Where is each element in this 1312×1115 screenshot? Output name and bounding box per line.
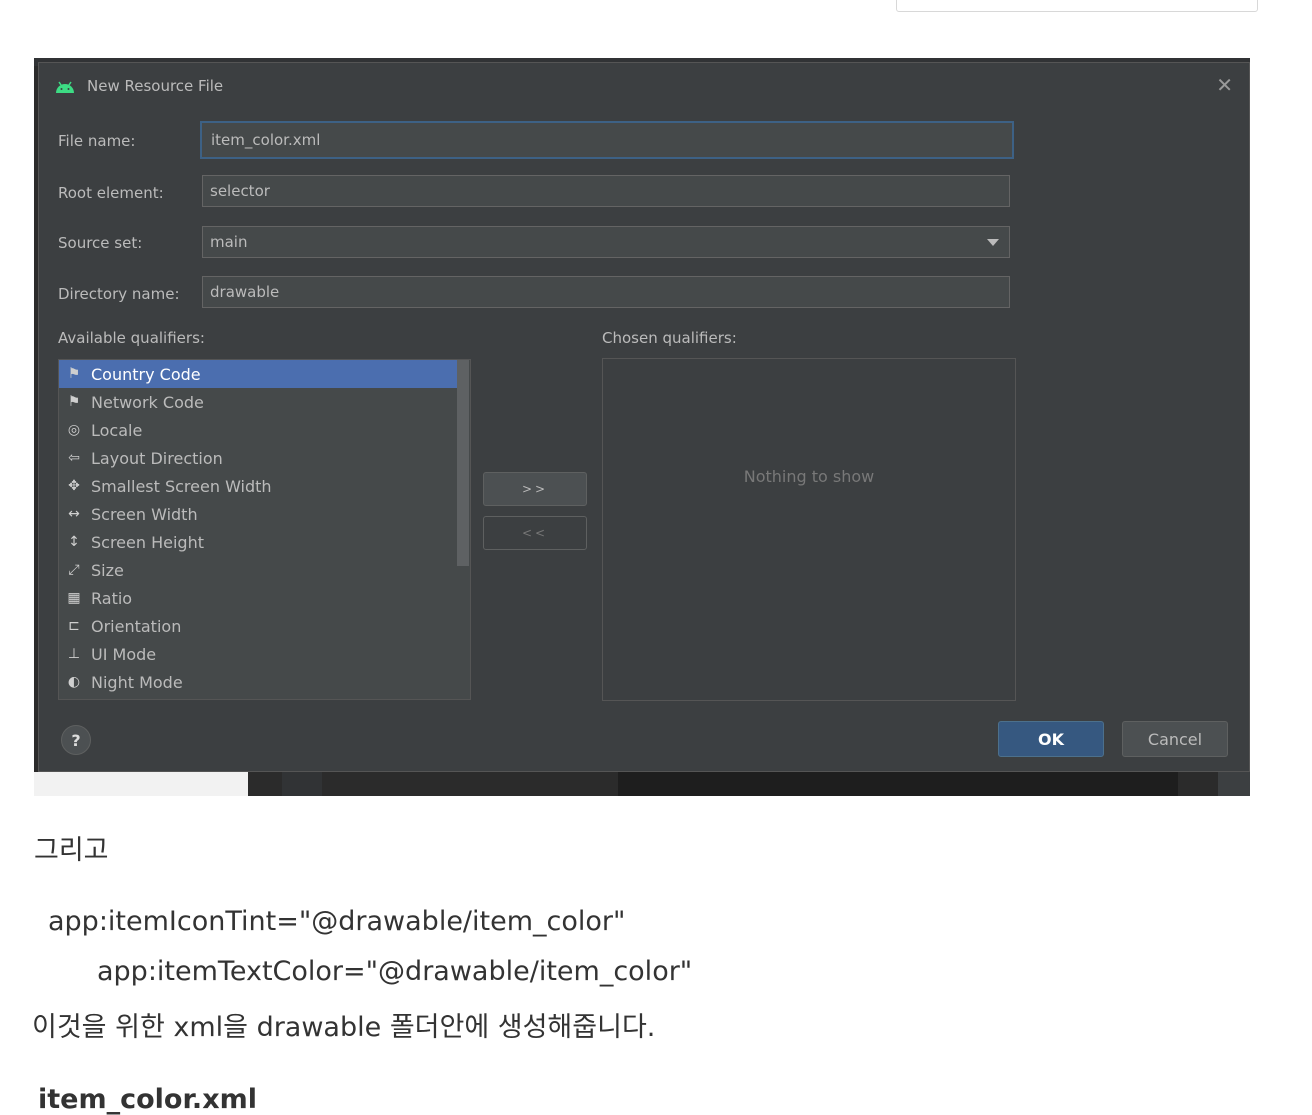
vertical-arrows-icon: ↕ <box>68 534 80 550</box>
remove-qualifier-button[interactable]: << <box>483 516 587 550</box>
ide-code-area <box>618 772 1178 796</box>
dialog-titlebar: New Resource File ✕ <box>39 63 1249 109</box>
qualifier-item[interactable]: ▦ Ratio <box>59 584 470 612</box>
ide-side-tab <box>1218 772 1250 796</box>
page-search-input[interactable] <box>896 0 1258 12</box>
source-set-select[interactable]: main <box>202 226 1010 258</box>
qualifier-item[interactable]: ✥ Smallest Screen Width <box>59 472 470 500</box>
qualifier-label: Screen Height <box>91 532 204 552</box>
qualifier-label: Night Mode <box>91 672 183 692</box>
globe-icon: ◎ <box>67 422 81 438</box>
qualifier-item[interactable]: ⊥ UI Mode <box>59 640 470 668</box>
add-qualifier-button[interactable]: >> <box>483 472 587 506</box>
qualifier-label: Locale <box>91 420 143 440</box>
resize-icon: ⤢ <box>68 562 80 578</box>
screenshot-image: New Resource File ✕ File name: item_colo… <box>34 58 1250 796</box>
chosen-qualifiers-label: Chosen qualifiers: <box>602 329 737 347</box>
country-code-icon: ⚑ <box>67 366 81 382</box>
qualifier-item[interactable]: ⚑ Network Code <box>59 388 470 416</box>
android-icon <box>56 81 74 93</box>
expand-icon: ✥ <box>68 478 80 494</box>
ide-panel-left <box>34 772 248 796</box>
available-qualifiers-label: Available qualifiers: <box>58 329 205 347</box>
qualifier-label: Ratio <box>91 588 133 608</box>
qualifier-label: Layout Direction <box>91 448 223 468</box>
source-set-label: Source set: <box>58 234 143 252</box>
qualifier-label: Network Code <box>91 392 204 412</box>
network-code-icon: ⚑ <box>67 394 81 410</box>
ui-mode-icon: ⊥ <box>67 646 81 662</box>
arrow-left-icon: ⇦ <box>68 450 80 466</box>
root-element-label: Root element: <box>58 184 164 202</box>
qualifier-item[interactable]: ↔ Screen Width <box>59 500 470 528</box>
qualifier-item[interactable]: ↕ Screen Height <box>59 528 470 556</box>
chosen-qualifiers-list[interactable]: Nothing to show <box>602 358 1016 701</box>
qualifier-label: Orientation <box>91 616 182 636</box>
code-line-text-color: app:itemTextColor="@drawable/item_color" <box>97 956 693 987</box>
qualifier-item[interactable]: ⇦ Layout Direction <box>59 444 470 472</box>
cancel-button[interactable]: Cancel <box>1122 721 1228 757</box>
horizontal-arrows-icon: ↔ <box>68 506 80 522</box>
available-qualifiers-list[interactable]: ⚑ Country Code ⚑ Network Code ◎ Locale ⇦ Layout… <box>58 359 471 700</box>
empty-state-text: Nothing to show <box>743 467 875 486</box>
root-element-field[interactable]: selector <box>202 175 1010 207</box>
qualifier-item[interactable]: ⚑ Country Code <box>59 360 457 388</box>
article-paragraph: 이것을 위한 xml을 drawable 폴더안에 생성해줍니다. <box>32 1012 656 1043</box>
dialog-title: New Resource File <box>87 77 224 95</box>
qualifier-item[interactable]: ⊏ Orientation <box>59 612 470 640</box>
new-resource-file-dialog: New Resource File ✕ File name: item_colo… <box>38 62 1250 772</box>
qualifier-label: Screen Width <box>91 504 198 524</box>
file-name-field[interactable]: item_color.xml <box>200 121 1014 159</box>
section-heading: item_color.xml <box>38 1084 257 1115</box>
qualifier-item[interactable]: ⤢ Size <box>59 556 470 584</box>
moon-icon: ◐ <box>67 674 81 690</box>
qualifier-label: Country Code <box>91 364 201 384</box>
file-name-label: File name: <box>58 132 136 150</box>
article-paragraph: 그리고 <box>34 835 109 866</box>
qualifier-label: Size <box>91 560 124 580</box>
ratio-icon: ▦ <box>67 590 81 606</box>
directory-name-field[interactable]: drawable <box>202 276 1010 308</box>
ok-button[interactable]: OK <box>998 721 1104 757</box>
source-set-value: main <box>210 233 248 251</box>
help-button[interactable]: ? <box>61 725 91 755</box>
qualifier-label: Smallest Screen Width <box>91 476 272 496</box>
orientation-icon: ⊏ <box>68 618 80 634</box>
directory-name-label: Directory name: <box>58 285 180 303</box>
qualifier-label: UI Mode <box>91 644 157 664</box>
qualifier-item[interactable]: ◐ Night Mode <box>59 668 470 696</box>
code-line-icon-tint: app:itemIconTint="@drawable/item_color" <box>48 906 626 937</box>
close-icon[interactable]: ✕ <box>1216 73 1233 97</box>
chevron-down-icon <box>987 239 999 246</box>
ide-gutter <box>282 772 322 796</box>
qualifier-item[interactable]: ◎ Locale <box>59 416 470 444</box>
